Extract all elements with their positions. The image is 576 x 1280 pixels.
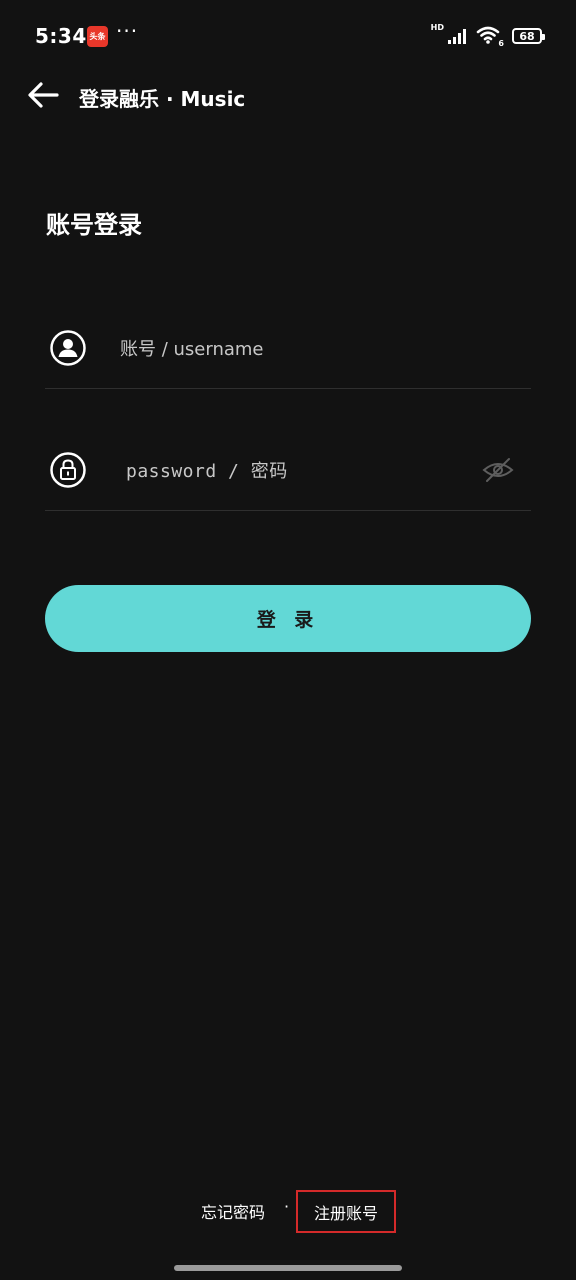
password-input[interactable]: [124, 450, 468, 492]
login-button[interactable]: 登 录: [45, 585, 531, 652]
register-account-link[interactable]: 注册账号: [296, 1190, 396, 1233]
username-field: [45, 308, 531, 389]
username-input[interactable]: [118, 328, 502, 370]
lock-icon: [50, 452, 86, 488]
toutiao-app-icon: 头条: [87, 26, 108, 47]
wifi-icon: 6: [476, 26, 504, 48]
eye-off-icon: [482, 458, 514, 482]
status-bar: 5:34 头条 ··· HD 6 68: [0, 0, 576, 72]
battery-icon: 68: [512, 28, 545, 44]
status-time: 5:34: [35, 24, 87, 48]
footer-links: 忘记密码 · 注册账号: [0, 1190, 576, 1234]
user-icon: [50, 330, 86, 366]
footer-separator: ·: [284, 1197, 290, 1216]
status-indicators: HD 6 68: [430, 22, 545, 48]
wifi-generation-label: 6: [498, 39, 504, 48]
signal-icon: [448, 29, 466, 44]
login-heading: 账号登录: [46, 211, 142, 239]
password-visibility-toggle[interactable]: [481, 456, 515, 484]
more-notifications-icon: ···: [116, 19, 139, 43]
arrow-left-icon: [28, 82, 59, 108]
forgot-password-link[interactable]: 忘记密码: [201, 1199, 265, 1223]
back-button[interactable]: [26, 80, 60, 110]
hd-label: HD: [430, 22, 444, 32]
password-field: [45, 430, 531, 511]
page-title: 登录融乐 · Music: [79, 87, 246, 111]
top-bar: 登录融乐 · Music: [0, 68, 576, 124]
register-account-label: 注册账号: [313, 1203, 378, 1223]
home-indicator[interactable]: [174, 1265, 402, 1271]
